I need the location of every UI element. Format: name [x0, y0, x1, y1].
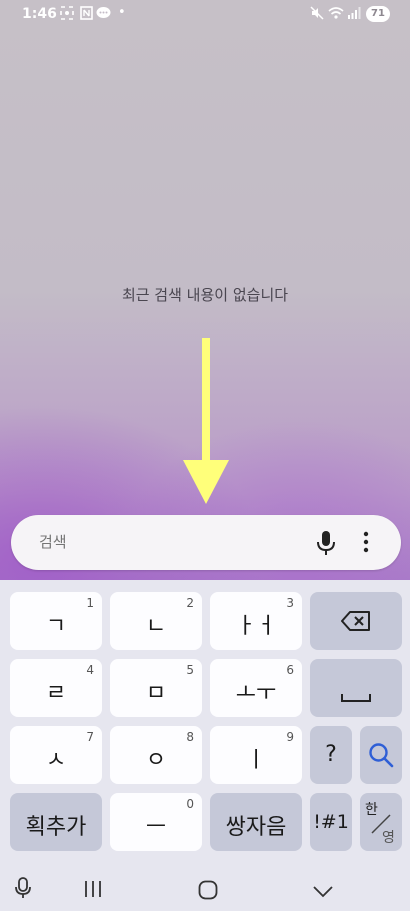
- mute-icon: [310, 6, 324, 24]
- status-time: 1:46: [22, 6, 57, 22]
- key-a-eo[interactable]: 3 ㅏㅓ: [210, 592, 302, 650]
- double-consonant-key[interactable]: 쌍자음: [210, 793, 302, 851]
- key-mieum[interactable]: 5 ㅁ: [110, 659, 202, 717]
- key-i[interactable]: 9 ㅣ: [210, 726, 302, 784]
- hide-keyboard-icon[interactable]: [313, 883, 333, 902]
- symbols-key[interactable]: !#1: [310, 793, 352, 851]
- key-giyeok[interactable]: 1 ㄱ: [10, 592, 102, 650]
- empty-history-message: 최근 검색 내용이 없습니다: [121, 286, 289, 304]
- screenshot-icon: [60, 6, 74, 24]
- status-bar: 1:46 • 71: [0, 0, 410, 30]
- home-icon[interactable]: [198, 880, 218, 904]
- keyboard: 1 ㄱ 2 ㄴ 3 ㅏㅓ 4 ㄹ 5 ㅁ 6 ㅗㅜ 7 ㅅ 8 ㅇ 9 ㅣ ? …: [0, 580, 410, 911]
- chat-icon: [96, 6, 111, 24]
- search-bar[interactable]: [11, 515, 401, 570]
- search-key[interactable]: [360, 726, 402, 784]
- recent-apps-icon[interactable]: [84, 880, 102, 902]
- more-options-icon[interactable]: [363, 531, 369, 557]
- space-key[interactable]: [310, 659, 402, 717]
- signal-icon: [347, 6, 361, 24]
- backspace-icon: [341, 611, 371, 637]
- key-eu[interactable]: 0 ㅡ: [110, 793, 202, 851]
- language-switch-key[interactable]: 한 영: [360, 793, 402, 851]
- navigation-bar: [0, 865, 410, 911]
- wifi-icon: [328, 6, 344, 24]
- dot-icon: •: [118, 5, 126, 20]
- space-icon: [341, 684, 371, 709]
- search-icon: [368, 742, 394, 774]
- key-rieul[interactable]: 4 ㄹ: [10, 659, 102, 717]
- search-input[interactable]: [39, 533, 279, 551]
- lang-english-label: 영: [382, 830, 395, 846]
- key-nieun[interactable]: 2 ㄴ: [110, 592, 202, 650]
- question-key[interactable]: ?: [310, 726, 352, 784]
- key-siot[interactable]: 7 ㅅ: [10, 726, 102, 784]
- notion-icon: [80, 6, 93, 24]
- keyboard-mic-icon[interactable]: [14, 877, 32, 903]
- stroke-add-key[interactable]: 획추가: [10, 793, 102, 851]
- key-o-u[interactable]: 6 ㅗㅜ: [210, 659, 302, 717]
- microphone-icon[interactable]: [316, 530, 336, 560]
- down-arrow-annotation: [183, 338, 229, 510]
- backspace-key[interactable]: [310, 592, 402, 650]
- key-ieung[interactable]: 8 ㅇ: [110, 726, 202, 784]
- battery-indicator: 71: [366, 6, 390, 22]
